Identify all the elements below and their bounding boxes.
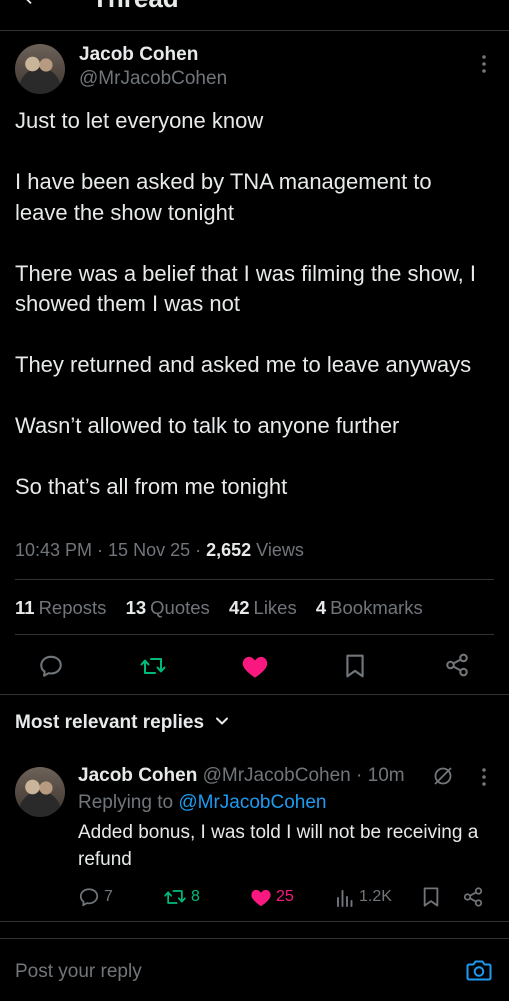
replies-title: Most relevant replies xyxy=(15,712,205,734)
like-icon[interactable] xyxy=(241,653,269,679)
reply-text: Added bonus, I was told I will not be re… xyxy=(78,822,479,870)
reply-icon xyxy=(79,888,99,907)
reply-likes-count: 25 xyxy=(276,888,294,905)
tweet-meta: 10:43 PM · 15 Nov 25 · 2,652 Views xyxy=(15,540,304,560)
back-arrow-icon[interactable] xyxy=(20,0,42,15)
reply-avatar[interactable] xyxy=(15,767,65,817)
reply-input[interactable]: Post your reply xyxy=(15,961,142,983)
camera-icon[interactable] xyxy=(466,958,492,987)
repost-icon xyxy=(164,890,186,904)
views-count: 2,652 xyxy=(206,540,252,560)
reply-reposts-count: 8 xyxy=(191,888,200,905)
author-name[interactable]: Jacob Cohen xyxy=(79,44,198,66)
bookmark-icon[interactable] xyxy=(343,653,367,679)
replying-to-prefix: Replying to xyxy=(78,792,174,813)
replying-to-handle[interactable]: @MrJacobCohen xyxy=(178,792,326,813)
quotes-stat[interactable]: 13 Quotes xyxy=(126,597,210,618)
reply-replies-count: 7 xyxy=(104,888,113,905)
grok-icon[interactable] xyxy=(431,765,455,792)
author-handle[interactable]: @MrJacobCohen xyxy=(79,68,227,90)
divider xyxy=(15,634,494,635)
reply-author-handle[interactable]: @MrJacobCohen xyxy=(203,765,351,786)
author-avatar[interactable] xyxy=(15,44,65,94)
reply-share-icon[interactable] xyxy=(462,886,484,913)
divider xyxy=(15,579,494,580)
reply-composer[interactable]: Post your reply xyxy=(0,938,509,1001)
reply-views-button[interactable]: 1.2K xyxy=(335,886,392,908)
tweet-text: Just to let everyone know I have been as… xyxy=(15,108,477,499)
reply-replies-button[interactable]: 7 xyxy=(78,886,113,908)
reply-author-name[interactable]: Jacob Cohen xyxy=(78,765,197,786)
like-icon xyxy=(251,889,271,907)
reply-more-options-icon[interactable] xyxy=(476,767,492,792)
tweet-date[interactable]: 15 Nov 25 xyxy=(108,540,190,560)
reply-header: Jacob Cohen @MrJacobCohen · 10m xyxy=(78,765,405,786)
reposts-stat[interactable]: 11 Reposts xyxy=(15,597,106,618)
tweet-time[interactable]: 10:43 PM xyxy=(15,540,92,560)
reply-bookmark-icon[interactable] xyxy=(421,886,441,913)
replies-sort-dropdown[interactable]: Most relevant replies xyxy=(15,712,229,734)
bookmarks-stat[interactable]: 4 Bookmarks xyxy=(316,597,423,618)
divider xyxy=(0,694,509,695)
reply-views-count: 1.2K xyxy=(359,888,392,905)
engagement-stats: 11 Reposts 13 Quotes 42 Likes 4 Bookmarks xyxy=(15,597,437,619)
views-label: Views xyxy=(256,540,304,560)
replying-to: Replying to @MrJacobCohen xyxy=(78,792,326,814)
reply-age[interactable]: 10m xyxy=(368,765,405,786)
likes-stat[interactable]: 42 Likes xyxy=(229,597,297,618)
share-icon[interactable] xyxy=(444,652,470,678)
views-icon xyxy=(337,890,353,907)
more-options-icon[interactable] xyxy=(476,54,492,79)
reply-repost-button[interactable]: 8 xyxy=(163,886,200,908)
reply-icon[interactable] xyxy=(38,653,64,679)
reply-like-button[interactable]: 25 xyxy=(250,886,294,908)
divider xyxy=(0,921,509,922)
chevron-down-icon xyxy=(215,712,229,734)
page-title: Thread xyxy=(92,0,179,14)
repost-icon[interactable] xyxy=(139,653,167,679)
top-bar: Thread xyxy=(0,0,509,31)
